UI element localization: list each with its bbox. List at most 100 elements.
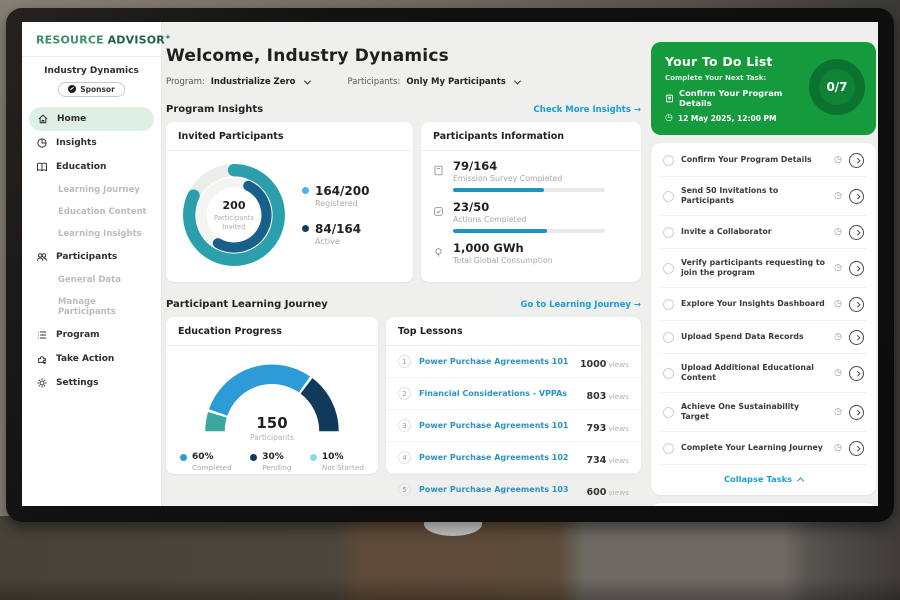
lesson-row[interactable]: 2 Financial Considerations - VPPAs 803vi… bbox=[386, 378, 641, 410]
sidebar-item-education[interactable]: Education bbox=[22, 155, 161, 179]
lesson-row[interactable]: 1 Power Purchase Agreements 101 1000view… bbox=[386, 346, 641, 378]
sidebar-item-settings[interactable]: Settings bbox=[22, 371, 161, 395]
go-arrow-button[interactable] bbox=[849, 189, 864, 204]
todo-item[interactable]: Confirm Your Program Details ◷ bbox=[661, 144, 866, 177]
sidebar-item-insights[interactable]: Insights bbox=[22, 131, 161, 155]
chevron-down-icon[interactable] bbox=[514, 77, 521, 84]
chevron-down-icon[interactable] bbox=[303, 77, 310, 84]
radio-circle-icon[interactable] bbox=[663, 191, 674, 202]
participants-filter-label: Participants: bbox=[348, 77, 401, 87]
active-value: 84/164 bbox=[315, 222, 361, 236]
not-started-dot-icon bbox=[310, 454, 317, 461]
views-label: views bbox=[608, 488, 629, 497]
card-title: Top Lessons bbox=[386, 317, 641, 346]
todo-next-task[interactable]: Confirm Your Program Details bbox=[665, 88, 815, 108]
actions-progress-bar bbox=[453, 229, 605, 233]
radio-circle-icon[interactable] bbox=[663, 368, 674, 379]
sidebar-item-learning-journey[interactable]: Learning Journey bbox=[22, 179, 161, 201]
radio-circle-icon[interactable] bbox=[663, 263, 674, 274]
sidebar-nav: Home Insights Education Learning Journey… bbox=[22, 107, 161, 395]
not-started-pct: 10% bbox=[322, 452, 364, 462]
go-arrow-button[interactable] bbox=[849, 330, 864, 345]
sponsor-badge[interactable]: Sponsor bbox=[58, 82, 125, 97]
radio-circle-icon[interactable] bbox=[663, 227, 674, 238]
learning-journey-header: Participant Learning Journey Go to Learn… bbox=[166, 299, 641, 310]
lesson-row[interactable]: 3 Power Purchase Agreements 101 793views bbox=[386, 410, 641, 442]
go-to-learning-journey-link[interactable]: Go to Learning Journey → bbox=[520, 300, 641, 310]
radio-circle-icon[interactable] bbox=[663, 332, 674, 343]
actions-value: 23/50 bbox=[453, 200, 605, 214]
program-filter-value[interactable]: Industrialize Zero bbox=[211, 77, 296, 87]
sidebar-item-program[interactable]: Program bbox=[22, 323, 161, 347]
gauge-center-value: 150 bbox=[197, 414, 347, 432]
views-count: 793 bbox=[587, 423, 607, 434]
todo-item[interactable]: Upload Spend Data Records ◷ bbox=[661, 321, 866, 354]
todo-item[interactable]: Send 50 Invitations to Participants ◷ bbox=[661, 177, 866, 216]
todo-item-label: Complete Your Learning Journey bbox=[681, 443, 827, 454]
puzzle-icon bbox=[36, 353, 48, 365]
survey-progress-bar bbox=[453, 188, 605, 192]
completed-label: Completed bbox=[192, 463, 232, 472]
todo-item[interactable]: Complete Your Learning Journey ◷ bbox=[661, 432, 866, 465]
sidebar-item-home[interactable]: Home bbox=[29, 107, 154, 131]
todo-item-label: Send 50 Invitations to Participants bbox=[681, 186, 827, 207]
filter-bar: Program: Industrialize Zero Participants… bbox=[166, 77, 641, 87]
sidebar-item-label: Home bbox=[57, 114, 86, 124]
sidebar-item-learning-insights[interactable]: Learning Insights bbox=[22, 223, 161, 245]
sponsor-icon bbox=[68, 85, 76, 93]
sidebar-item-take-action[interactable]: Take Action bbox=[22, 347, 161, 371]
clock-icon: ◷ bbox=[665, 114, 673, 123]
todo-item-label: Verify participants requesting to join t… bbox=[681, 258, 827, 279]
go-arrow-button[interactable] bbox=[849, 153, 864, 168]
survey-icon bbox=[433, 159, 445, 192]
todo-item-label: Explore Your Insights Dashboard bbox=[681, 299, 827, 310]
go-arrow-button[interactable] bbox=[849, 366, 864, 381]
lesson-link[interactable]: Financial Considerations - VPPAs bbox=[419, 389, 579, 398]
lesson-row[interactable]: 5 Power Purchase Agreements 103 600views bbox=[386, 474, 641, 505]
sidebar-item-general-data[interactable]: General Data bbox=[22, 269, 161, 291]
journey-cards-row: Education Progress 150 Participants 60% bbox=[166, 317, 641, 474]
sidebar-item-participants[interactable]: Participants bbox=[22, 245, 161, 269]
participants-icon bbox=[36, 251, 48, 263]
check-more-insights-link[interactable]: Check More Insights → bbox=[534, 105, 641, 115]
go-arrow-button[interactable] bbox=[849, 261, 864, 276]
go-arrow-button[interactable] bbox=[849, 225, 864, 240]
lesson-row[interactable]: 4 Power Purchase Agreements 102 734views bbox=[386, 442, 641, 474]
education-progress-card: Education Progress 150 Participants 60% bbox=[166, 317, 378, 474]
home-icon bbox=[37, 113, 49, 125]
radio-circle-icon[interactable] bbox=[663, 407, 674, 418]
rank-badge: 1 bbox=[398, 355, 411, 368]
radio-circle-icon[interactable] bbox=[663, 155, 674, 166]
todo-item[interactable]: Invite a Collaborator ◷ bbox=[661, 216, 866, 249]
participants-filter-value[interactable]: Only My Participants bbox=[406, 77, 506, 87]
stat-row-survey: 79/164 Emission Survey Completed bbox=[421, 151, 641, 192]
lesson-link[interactable]: Power Purchase Agreements 101 bbox=[419, 421, 579, 430]
views-count: 734 bbox=[587, 455, 607, 466]
invited-legend: 164/200 Registered 84/164 Active bbox=[302, 184, 369, 246]
sidebar-item-education-content[interactable]: Education Content bbox=[22, 201, 161, 223]
radio-circle-icon[interactable] bbox=[663, 299, 674, 310]
clock-icon: ◷ bbox=[834, 408, 842, 417]
sidebar-item-manage-participants[interactable]: Manage Participants bbox=[22, 291, 161, 323]
consumption-label: Total Global Consumption bbox=[453, 256, 553, 265]
todo-item[interactable]: Verify participants requesting to join t… bbox=[661, 249, 866, 288]
main-content: Welcome, Industry Dynamics Program: Indu… bbox=[166, 22, 641, 474]
views-label: views bbox=[608, 456, 629, 465]
todo-item[interactable]: Achieve One Sustainability Target ◷ bbox=[661, 393, 866, 432]
radio-circle-icon[interactable] bbox=[663, 443, 674, 454]
todo-list-card: Confirm Your Program Details ◷ Send 50 I… bbox=[651, 143, 876, 495]
lesson-link[interactable]: Power Purchase Agreements 101 bbox=[419, 357, 572, 366]
sidebar-item-label: Insights bbox=[56, 138, 97, 148]
todo-item[interactable]: Upload Additional Educational Content ◷ bbox=[661, 354, 866, 393]
lesson-link[interactable]: Power Purchase Agreements 103 bbox=[419, 485, 579, 494]
collapse-tasks-link[interactable]: Collapse Tasks bbox=[661, 465, 866, 494]
pending-pct: 30% bbox=[262, 452, 291, 462]
todo-item[interactable]: Explore Your Insights Dashboard ◷ bbox=[661, 288, 866, 321]
go-arrow-button[interactable] bbox=[849, 441, 864, 456]
go-arrow-button[interactable] bbox=[849, 297, 864, 312]
brand-primary: RESOURCE bbox=[36, 34, 104, 47]
lesson-link[interactable]: Power Purchase Agreements 102 bbox=[419, 453, 579, 462]
go-arrow-button[interactable] bbox=[849, 405, 864, 420]
pending-label: Pending bbox=[262, 463, 291, 472]
clock-icon: ◷ bbox=[834, 444, 842, 453]
